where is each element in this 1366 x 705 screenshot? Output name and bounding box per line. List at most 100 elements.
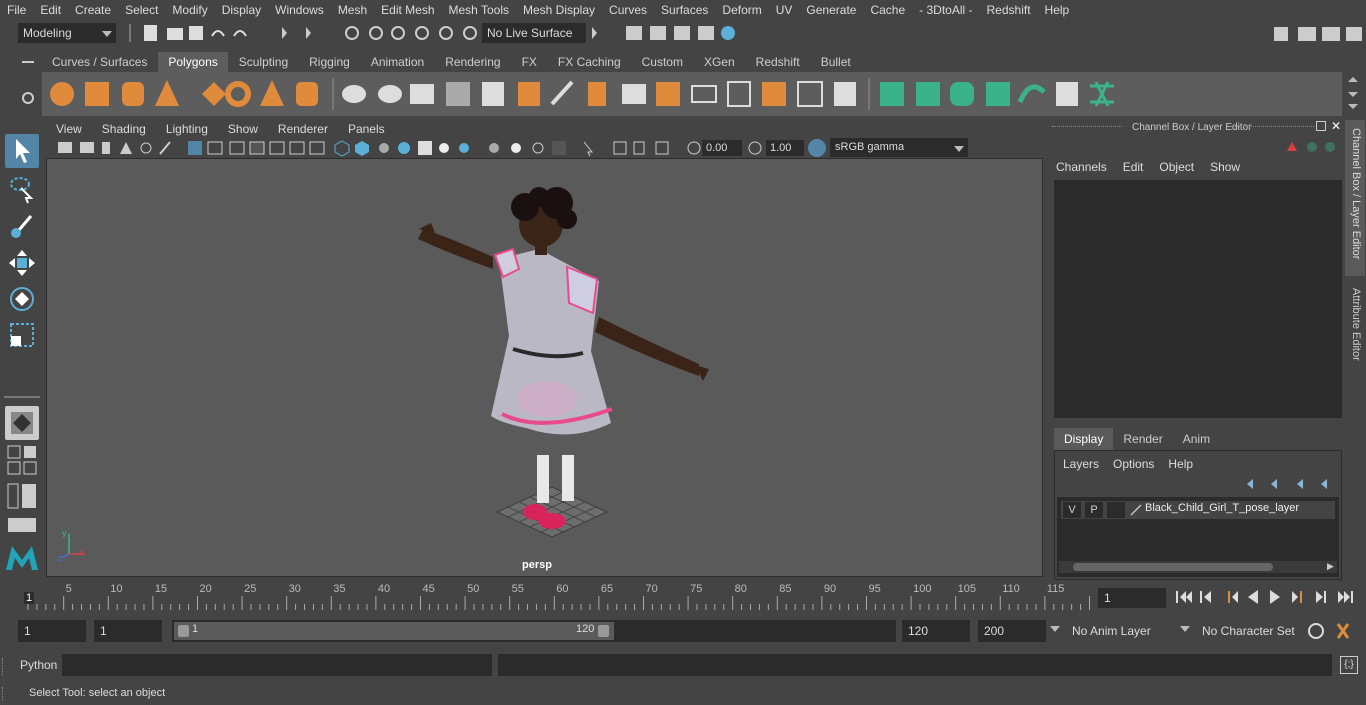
viewport-toolbar-icons[interactable] <box>46 138 646 158</box>
target-weld-icon[interactable] <box>762 82 786 106</box>
edge-loop-icon[interactable] <box>727 81 751 107</box>
tab-channel-box[interactable]: Channel Box / Layer Editor <box>1345 120 1365 276</box>
shelf-tab-sculpting[interactable]: Sculpting <box>228 52 299 72</box>
poly-plane-icon[interactable] <box>202 82 226 106</box>
viewport-menu-lighting[interactable]: Lighting <box>156 122 218 136</box>
quad-draw-icon[interactable] <box>797 81 823 107</box>
layer-menu-options[interactable]: Options <box>1113 457 1154 471</box>
scrollbar-thumb[interactable] <box>1073 563 1273 571</box>
close-icon[interactable]: ✕ <box>1331 119 1341 133</box>
layer-color-icon[interactable] <box>1129 503 1143 517</box>
perspective-viewport[interactable]: x y z persp <box>46 158 1043 577</box>
layer-playback-toggle[interactable]: P <box>1085 502 1103 518</box>
menu-redshift[interactable]: Redshift <box>980 3 1038 17</box>
uv-cylindrical-icon[interactable] <box>916 82 940 106</box>
layer-name[interactable]: Black_Child_Girl_T_pose_layer <box>1145 502 1299 514</box>
range-slider-bar[interactable]: 1 120 <box>174 622 614 640</box>
menu-uv[interactable]: UV <box>769 3 800 17</box>
scale-tool[interactable] <box>5 318 39 352</box>
shelf-tab-bullet[interactable]: Bullet <box>810 52 861 72</box>
poly-pipe-icon[interactable] <box>296 82 318 106</box>
multi-cut-icon[interactable] <box>691 85 717 103</box>
menu-mesh[interactable]: Mesh <box>331 3 374 17</box>
channel-box-menu-edit[interactable]: Edit <box>1123 160 1144 174</box>
chevron-down-icon[interactable] <box>1180 626 1190 632</box>
step-back-icon[interactable] <box>1200 591 1211 603</box>
shelf-scroll[interactable] <box>1344 72 1362 116</box>
smooth-icon[interactable] <box>446 82 470 106</box>
select-tool[interactable] <box>5 134 39 168</box>
menu-modify[interactable]: Modify <box>165 3 214 17</box>
shelf-tab-rendering[interactable]: Rendering <box>435 52 511 72</box>
bridge-icon[interactable] <box>518 82 540 106</box>
menu-create[interactable]: Create <box>68 3 118 17</box>
play-backward-icon[interactable] <box>1248 590 1258 604</box>
append-icon[interactable] <box>588 82 606 106</box>
poly-torus-icon[interactable] <box>225 81 251 107</box>
exposure-field[interactable]: 0.00 <box>702 140 742 156</box>
menu-edit-mesh[interactable]: Edit Mesh <box>374 3 441 17</box>
layer-tab-render[interactable]: Render <box>1113 428 1173 450</box>
drag-handle[interactable] <box>2 658 6 676</box>
layer-visibility-toggle[interactable]: V <box>1063 502 1081 518</box>
play-forward-icon[interactable] <box>1270 590 1280 604</box>
step-forward-icon[interactable] <box>1316 591 1326 603</box>
range-end-handle[interactable] <box>598 625 609 637</box>
uv-automatic-icon[interactable] <box>986 82 1010 106</box>
drag-handle[interactable] <box>2 687 6 701</box>
character-set-dropdown[interactable]: No Character Set <box>1196 620 1300 642</box>
single-perspective-layout[interactable] <box>5 406 39 440</box>
playback-end-field[interactable]: 120 <box>902 620 970 642</box>
channel-box-icons[interactable] <box>1284 138 1340 156</box>
shelf-tab-curves-surfaces[interactable]: Curves / Surfaces <box>42 52 158 72</box>
extrude-icon[interactable] <box>482 82 504 106</box>
step-back-key-icon[interactable] <box>1228 591 1238 603</box>
time-slider[interactable]: 1 5 10 15 20 25 30 35 40 45 50 55 60 65 70 75 80 85 90 95 1… <box>18 580 1090 612</box>
channel-box-menu-show[interactable]: Show <box>1210 160 1240 174</box>
mirror-icon[interactable] <box>410 84 434 104</box>
color-management-icon[interactable] <box>808 139 826 157</box>
viewport-menu-shading[interactable]: Shading <box>92 122 156 136</box>
command-input[interactable] <box>62 654 492 676</box>
menu-3dtoall[interactable]: - 3DtoAll - <box>912 3 979 17</box>
go-to-start-icon[interactable] <box>1176 591 1192 603</box>
shelf-tab-rigging[interactable]: Rigging <box>299 52 360 72</box>
layer-tab-display[interactable]: Display <box>1054 428 1114 450</box>
viewport-menu-renderer[interactable]: Renderer <box>268 122 338 136</box>
uv-editor-icon[interactable] <box>1056 82 1078 106</box>
layer-tab-anim[interactable]: Anim <box>1172 428 1221 450</box>
menu-mesh-tools[interactable]: Mesh Tools <box>442 3 516 17</box>
paint-select-tool[interactable] <box>5 210 39 244</box>
poly-pyramid-icon[interactable] <box>260 80 284 106</box>
range-slider-track[interactable]: 1 120 <box>172 620 896 642</box>
end-time-field[interactable]: 200 <box>978 620 1046 642</box>
shelf-tab-redshift[interactable]: Redshift <box>745 52 810 72</box>
menu-display[interactable]: Display <box>215 3 268 17</box>
poly-cube-icon[interactable] <box>85 82 109 106</box>
drag-handle[interactable] <box>1052 126 1122 128</box>
live-surface-field[interactable]: No Live Surface <box>482 23 586 43</box>
playback-start-field[interactable]: 1 <box>94 620 162 642</box>
layer-menu-help[interactable]: Help <box>1168 457 1193 471</box>
viewport-menu-panels[interactable]: Panels <box>338 122 395 136</box>
combine-icon[interactable] <box>342 85 366 103</box>
tab-attribute-editor[interactable]: Attribute Editor <box>1345 282 1365 378</box>
shelf-tab-xgen[interactable]: XGen <box>693 52 745 72</box>
offset-loop-icon[interactable] <box>834 82 856 106</box>
step-forward-key-icon[interactable] <box>1292 591 1302 603</box>
layout-presets[interactable] <box>6 442 38 542</box>
shelf-tab-custom[interactable]: Custom <box>631 52 693 72</box>
script-language-label[interactable]: Python <box>20 658 57 672</box>
bevel-icon[interactable] <box>550 80 574 106</box>
uv-spherical-icon[interactable] <box>950 82 974 106</box>
layer-menu-layers[interactable]: Layers <box>1063 457 1099 471</box>
layer-icons[interactable] <box>1241 475 1341 493</box>
mode-selector[interactable]: Modeling <box>18 23 116 43</box>
menu-deform[interactable]: Deform <box>715 3 768 17</box>
channel-box-menu-object[interactable]: Object <box>1159 160 1194 174</box>
start-time-field[interactable]: 1 <box>18 620 86 642</box>
current-frame-field[interactable]: 1 <box>1098 588 1166 608</box>
gear-icon[interactable] <box>22 92 34 104</box>
shelf-tab-animation[interactable]: Animation <box>360 52 435 72</box>
layer-row[interactable]: V P Black_Child_Girl_T_pose_layer <box>1061 501 1335 519</box>
